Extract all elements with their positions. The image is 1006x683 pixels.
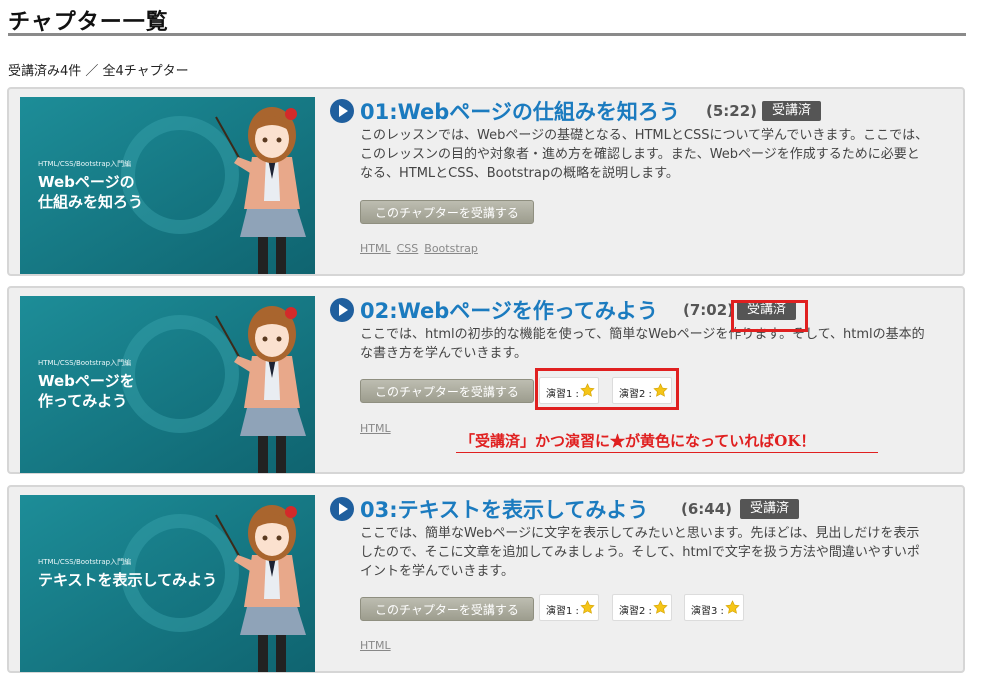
exercise-label: 演習3 :	[691, 606, 724, 617]
page-title: チャプター一覧	[8, 10, 169, 35]
chapter-title-link[interactable]: 03:テキストを表示してみよう	[360, 494, 648, 524]
highlight-status-box	[731, 300, 808, 332]
star-icon	[580, 600, 595, 615]
chapter-description: ここでは、htmlの初歩的な機能を使って、簡単なWebページを作ります。そして、…	[360, 327, 925, 361]
tag-list: HTML	[360, 422, 397, 435]
thumbnail-subtitle: HTML/CSS/Bootstrap入門編	[38, 160, 132, 168]
tag-link[interactable]: Bootstrap	[424, 242, 478, 255]
chapter-title-link[interactable]: 02:Webページを作ってみよう	[360, 295, 658, 325]
exercise-status[interactable]: 演習1 :	[539, 594, 599, 621]
chapter-title-link[interactable]: 01:Webページの仕組みを知ろう	[360, 96, 680, 126]
play-icon[interactable]	[330, 298, 354, 322]
tag-link[interactable]: HTML	[360, 242, 391, 255]
exercise-label: 演習1 :	[546, 606, 579, 617]
star-icon	[725, 600, 740, 615]
star-icon	[653, 600, 668, 615]
tag-link[interactable]: CSS	[397, 242, 419, 255]
play-icon[interactable]	[330, 497, 354, 521]
status-badge: 受講済	[762, 101, 822, 121]
exercise-status[interactable]: 演習2 :	[612, 594, 672, 621]
chapter-card: HTML/CSS/Bootstrap入門編 Webページの 仕組みを知ろう 01:W…	[7, 87, 965, 276]
thumbnail-title: Webページを 作ってみよう	[38, 372, 135, 410]
chapter-card: HTML/CSS/Bootstrap入門編テキストを表示してみよう 03:テキスト…	[7, 485, 965, 673]
annotation-underline	[456, 452, 878, 453]
chapter-thumbnail[interactable]: HTML/CSS/Bootstrap入門編テキストを表示してみよう	[20, 495, 315, 672]
chapter-duration: (5:22)	[706, 102, 758, 120]
thumbnail-subtitle: HTML/CSS/Bootstrap入門編	[38, 558, 132, 566]
take-chapter-button[interactable]: このチャプターを受講する	[360, 200, 534, 224]
tag-link[interactable]: HTML	[360, 422, 391, 435]
chapter-description: このレッスンでは、Webページの基礎となる、HTMLとCSSについて学んでいきま…	[360, 128, 929, 181]
chapter-thumbnail[interactable]: HTML/CSS/Bootstrap入門編 Webページの 仕組みを知ろう	[20, 97, 315, 274]
status-badge: 受講済	[740, 499, 800, 519]
progress-summary: 受講済み4件 ／ 全4チャプター	[8, 64, 189, 79]
thumbnail-title: テキストを表示してみよう	[38, 571, 218, 589]
chapter-duration: (6:44)	[681, 500, 733, 518]
exercise-label: 演習2 :	[619, 606, 652, 617]
title-divider	[8, 33, 966, 36]
thumbnail-title: Webページの 仕組みを知ろう	[38, 173, 144, 211]
chapter-description: ここでは、簡単なWebページに文字を表示してみたいと思います。先ほどは、見出しだ…	[360, 526, 920, 579]
tag-list: HTML	[360, 639, 397, 652]
tag-list: HTML CSS Bootstrap	[360, 242, 484, 255]
thumbnail-subtitle: HTML/CSS/Bootstrap入門編	[38, 359, 132, 367]
tag-link[interactable]: HTML	[360, 639, 391, 652]
annotation-note: 「受講済」かつ演習に★が黄色になっていればOK！	[460, 432, 816, 450]
take-chapter-button[interactable]: このチャプターを受講する	[360, 597, 534, 621]
play-icon[interactable]	[330, 99, 354, 123]
chapter-duration: (7:02)	[683, 301, 735, 319]
chapter-thumbnail[interactable]: HTML/CSS/Bootstrap入門編 Webページを 作ってみよう	[20, 296, 315, 473]
highlight-exercise-box	[535, 368, 679, 410]
take-chapter-button[interactable]: このチャプターを受講する	[360, 379, 534, 403]
exercise-status[interactable]: 演習3 :	[684, 594, 744, 621]
